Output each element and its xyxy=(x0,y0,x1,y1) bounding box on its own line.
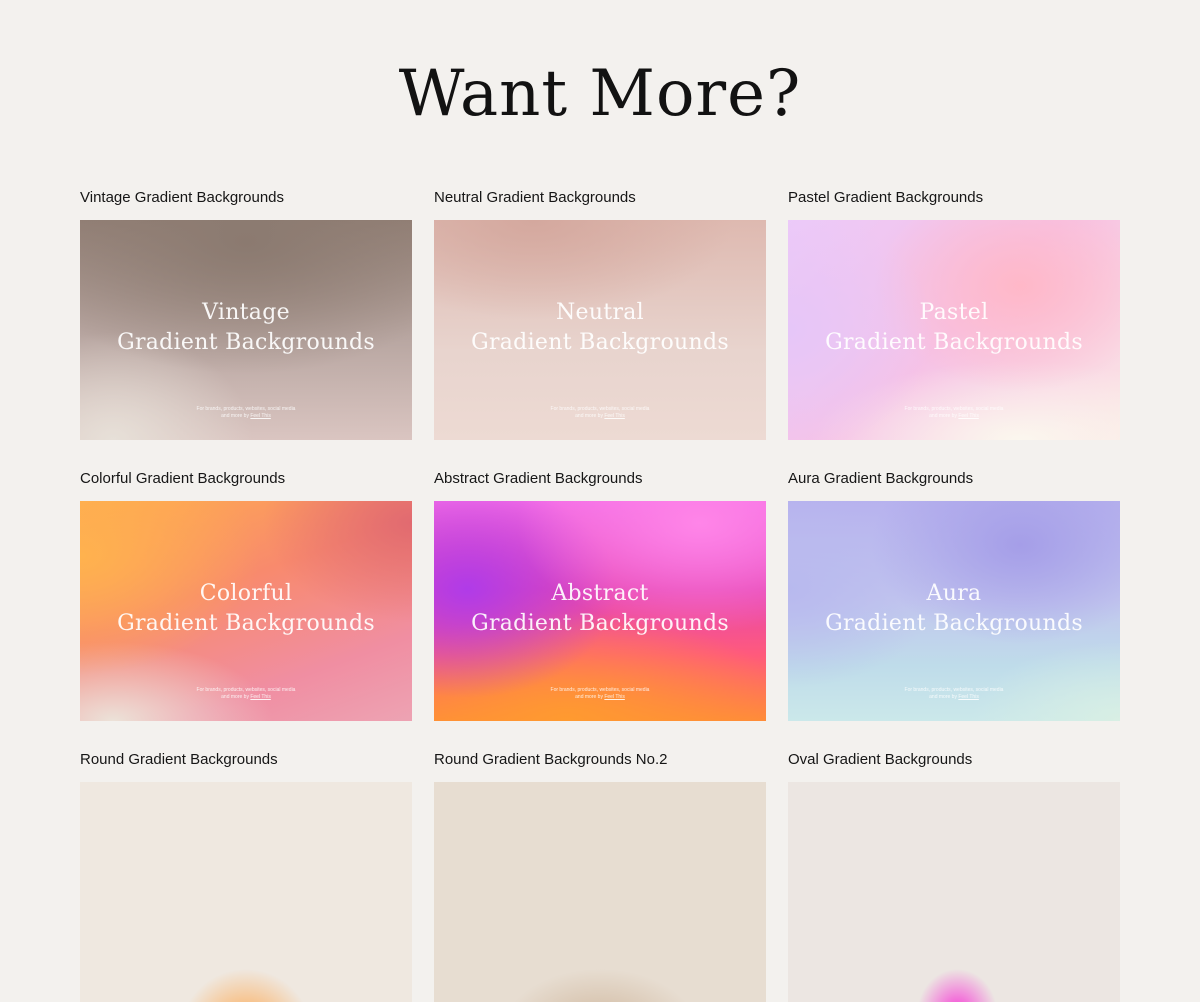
caption-brand: Feel This xyxy=(250,413,271,419)
thumbnail-title: Abstract Gradient Backgrounds xyxy=(434,579,766,639)
thumbnail-caption: For brands, products, websites, social m… xyxy=(434,687,766,701)
caption-prefix: and more by xyxy=(221,413,249,419)
card-abstract[interactable]: Abstract Gradient Backgrounds Abstract G… xyxy=(434,467,766,721)
caption-prefix: and more by xyxy=(221,694,249,700)
card-label[interactable]: Round Gradient Backgrounds xyxy=(80,748,412,772)
card-label[interactable]: Pastel Gradient Backgrounds xyxy=(788,186,1120,210)
caption-brand: Feel This xyxy=(958,694,979,700)
thumbnail-colorful[interactable]: Colorful Gradient Backgrounds For brands… xyxy=(80,501,412,721)
card-vintage[interactable]: Vintage Gradient Backgrounds Vintage Gra… xyxy=(80,186,412,440)
caption-prefix: and more by xyxy=(575,694,603,700)
caption-line2: and more by Feel This xyxy=(434,694,766,701)
thumbnail-title-line2: Gradient Backgrounds xyxy=(471,330,729,355)
thumbnail-round[interactable] xyxy=(80,782,412,1002)
thumbnail-pastel[interactable]: Pastel Gradient Backgrounds For brands, … xyxy=(788,220,1120,440)
caption-prefix: and more by xyxy=(929,694,957,700)
card-label[interactable]: Oval Gradient Backgrounds xyxy=(788,748,1120,772)
card-colorful[interactable]: Colorful Gradient Backgrounds Colorful G… xyxy=(80,467,412,721)
thumbnail-caption: For brands, products, websites, social m… xyxy=(788,687,1120,701)
thumbnail-abstract[interactable]: Abstract Gradient Backgrounds For brands… xyxy=(434,501,766,721)
caption-line1: For brands, products, websites, social m… xyxy=(196,687,296,693)
caption-brand: Feel This xyxy=(604,694,625,700)
card-label[interactable]: Abstract Gradient Backgrounds xyxy=(434,467,766,491)
page-title: Want More? xyxy=(398,57,802,131)
thumbnail-title-line1: Abstract xyxy=(551,581,649,606)
caption-line2: and more by Feel This xyxy=(788,694,1120,701)
thumbnail-title-line2: Gradient Backgrounds xyxy=(117,611,375,636)
card-round[interactable]: Round Gradient Backgrounds xyxy=(80,748,412,1002)
thumbnail-caption: For brands, products, websites, social m… xyxy=(80,406,412,420)
caption-brand: Feel This xyxy=(250,694,271,700)
caption-line2: and more by Feel This xyxy=(80,413,412,420)
thumbnail-vintage[interactable]: Vintage Gradient Backgrounds For brands,… xyxy=(80,220,412,440)
thumbnail-title-line2: Gradient Backgrounds xyxy=(825,330,1083,355)
thumbnail-neutral[interactable]: Neutral Gradient Backgrounds For brands,… xyxy=(434,220,766,440)
thumbnail-title-line1: Pastel xyxy=(919,300,989,325)
caption-line2: and more by Feel This xyxy=(80,694,412,701)
thumbnail-title: Vintage Gradient Backgrounds xyxy=(80,298,412,358)
card-round-no2[interactable]: Round Gradient Backgrounds No.2 xyxy=(434,748,766,1002)
thumbnail-title-line2: Gradient Backgrounds xyxy=(117,330,375,355)
thumbnail-title-line1: Aura xyxy=(926,581,982,606)
product-grid: Vintage Gradient Backgrounds Vintage Gra… xyxy=(80,186,1120,1002)
caption-line1: For brands, products, websites, social m… xyxy=(550,687,650,693)
caption-line1: For brands, products, websites, social m… xyxy=(904,406,1004,412)
caption-line1: For brands, products, websites, social m… xyxy=(550,406,650,412)
thumbnail-title-line2: Gradient Backgrounds xyxy=(471,611,729,636)
caption-line1: For brands, products, websites, social m… xyxy=(196,406,296,412)
thumbnail-title-line1: Neutral xyxy=(555,300,645,325)
card-neutral[interactable]: Neutral Gradient Backgrounds Neutral Gra… xyxy=(434,186,766,440)
thumbnail-caption: For brands, products, websites, social m… xyxy=(434,406,766,420)
thumbnail-oval[interactable] xyxy=(788,782,1120,1002)
card-oval[interactable]: Oval Gradient Backgrounds xyxy=(788,748,1120,1002)
caption-prefix: and more by xyxy=(575,413,603,419)
thumbnail-title: Pastel Gradient Backgrounds xyxy=(788,298,1120,358)
card-pastel[interactable]: Pastel Gradient Backgrounds Pastel Gradi… xyxy=(788,186,1120,440)
card-label[interactable]: Neutral Gradient Backgrounds xyxy=(434,186,766,210)
caption-line2: and more by Feel This xyxy=(434,413,766,420)
thumbnail-round-no2[interactable] xyxy=(434,782,766,1002)
card-label[interactable]: Aura Gradient Backgrounds xyxy=(788,467,1120,491)
card-aura[interactable]: Aura Gradient Backgrounds Aura Gradient … xyxy=(788,467,1120,721)
card-label[interactable]: Vintage Gradient Backgrounds xyxy=(80,186,412,210)
caption-brand: Feel This xyxy=(958,413,979,419)
thumbnail-title-line1: Vintage xyxy=(202,300,290,325)
thumbnail-caption: For brands, products, websites, social m… xyxy=(80,687,412,701)
thumbnail-title: Colorful Gradient Backgrounds xyxy=(80,579,412,639)
caption-line2: and more by Feel This xyxy=(788,413,1120,420)
card-label[interactable]: Round Gradient Backgrounds No.2 xyxy=(434,748,766,772)
caption-prefix: and more by xyxy=(929,413,957,419)
caption-brand: Feel This xyxy=(604,413,625,419)
thumbnail-aura[interactable]: Aura Gradient Backgrounds For brands, pr… xyxy=(788,501,1120,721)
thumbnail-title-line2: Gradient Backgrounds xyxy=(825,611,1083,636)
thumbnail-title: Neutral Gradient Backgrounds xyxy=(434,298,766,358)
thumbnail-title-line1: Colorful xyxy=(199,581,293,606)
caption-line1: For brands, products, websites, social m… xyxy=(904,687,1004,693)
thumbnail-title: Aura Gradient Backgrounds xyxy=(788,579,1120,639)
card-label[interactable]: Colorful Gradient Backgrounds xyxy=(80,467,412,491)
thumbnail-caption: For brands, products, websites, social m… xyxy=(788,406,1120,420)
